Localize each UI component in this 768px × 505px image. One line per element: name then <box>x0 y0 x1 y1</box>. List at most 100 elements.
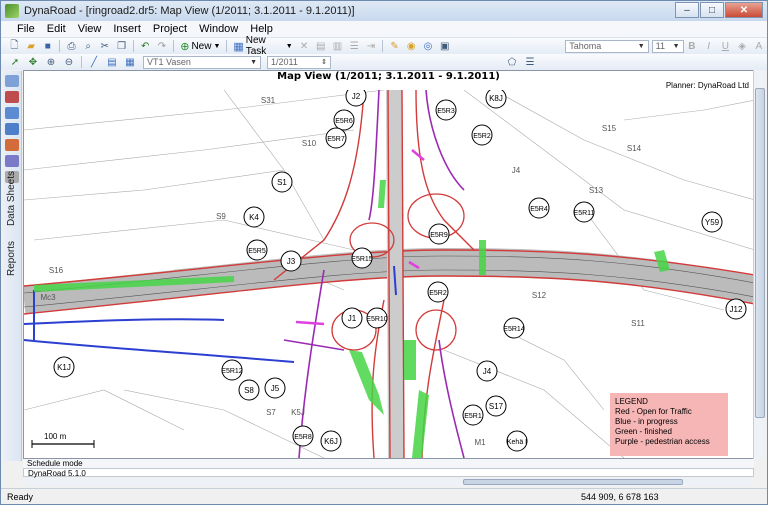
layer-select[interactable]: VT1 Vasen ▼ <box>143 55 261 69</box>
rows-icon[interactable]: ☰ <box>347 39 362 53</box>
underline-icon[interactable]: U <box>718 39 733 53</box>
map-label[interactable]: E5R14 <box>503 317 525 339</box>
align-icon[interactable]: ☰ <box>522 55 538 69</box>
map-label[interactable]: J2 <box>345 90 367 107</box>
pointer-icon[interactable]: ➚ <box>7 55 23 69</box>
map-label[interactable]: E5R6 <box>333 109 355 131</box>
map-label[interactable]: E5R3 <box>435 99 457 121</box>
copy-icon[interactable]: ❐ <box>114 39 129 53</box>
map-label[interactable]: S15 <box>602 124 617 133</box>
zoom-in-icon[interactable]: ⊕ <box>43 55 59 69</box>
list-icon[interactable] <box>5 155 19 167</box>
map-label[interactable]: M1 <box>474 438 486 447</box>
new-button[interactable]: ⊕ New ▼ <box>177 39 223 53</box>
sheet-icon[interactable] <box>5 75 19 87</box>
new-file-icon[interactable]: 🗋 <box>7 39 22 53</box>
map-label[interactable]: E5R11 <box>573 201 595 223</box>
map-label[interactable]: Kehä I <box>506 430 528 452</box>
pan-icon[interactable]: ✥ <box>25 55 41 69</box>
map-label[interactable]: K1J <box>53 356 75 378</box>
menu-edit[interactable]: Edit <box>41 23 72 35</box>
map-label[interactable]: K4 <box>243 206 265 228</box>
map-label[interactable]: S12 <box>532 291 547 300</box>
map-label[interactable]: E5R2 <box>471 124 493 146</box>
menu-help[interactable]: Help <box>244 23 279 35</box>
target-icon[interactable]: ◉ <box>404 39 419 53</box>
table-icon[interactable] <box>5 107 19 119</box>
minimize-button[interactable]: – <box>675 2 699 18</box>
map-label[interactable]: J1 <box>341 307 363 329</box>
map-label[interactable]: S1 <box>271 171 293 193</box>
bold-icon[interactable]: B <box>685 39 700 53</box>
vertical-scroll-thumb[interactable] <box>755 88 765 418</box>
pencil-icon[interactable]: ✎ <box>387 39 402 53</box>
redo-icon[interactable]: ↷ <box>155 39 170 53</box>
print-preview-icon[interactable]: ⌕ <box>81 39 96 53</box>
map-label[interactable]: S10 <box>302 139 317 148</box>
map-label[interactable]: J4 <box>512 166 521 175</box>
font-size-select[interactable]: 11 ▼ <box>651 39 684 53</box>
gauge-icon[interactable]: ◎ <box>421 39 436 53</box>
horizontal-scrollbar[interactable] <box>23 478 754 486</box>
map-label[interactable]: S11 <box>631 319 645 328</box>
map-label[interactable]: S13 <box>589 186 604 195</box>
map-label[interactable]: J5 <box>264 377 286 399</box>
font-name-select[interactable]: Tahoma ▼ <box>565 39 649 53</box>
italic-icon[interactable]: I <box>701 39 716 53</box>
close-button[interactable]: ✕ <box>725 2 763 18</box>
delete-icon[interactable]: ✕ <box>297 39 312 53</box>
map-label[interactable]: E5R2 <box>427 281 449 303</box>
map-label[interactable]: J12 <box>725 298 747 320</box>
calculator-icon[interactable]: ▣ <box>437 39 452 53</box>
zoom-out-icon[interactable]: ⊖ <box>61 55 77 69</box>
map-label[interactable]: S31 <box>261 96 276 105</box>
maximize-button[interactable]: □ <box>700 2 724 18</box>
indent-icon[interactable]: ⇥ <box>364 39 379 53</box>
horizontal-scroll-thumb[interactable] <box>463 479 683 485</box>
map-label[interactable]: E5R10 <box>366 307 388 329</box>
undo-icon[interactable]: ↶ <box>138 39 153 53</box>
map-label[interactable]: Mc3 <box>40 293 56 302</box>
map-label[interactable]: E5R7 <box>325 127 347 149</box>
data-sheets-tab[interactable]: Data Sheets <box>6 171 17 226</box>
map-label[interactable]: S14 <box>627 144 642 153</box>
save-icon[interactable]: ■ <box>40 39 55 53</box>
map-label[interactable]: J3 <box>280 250 302 272</box>
map-label[interactable]: K5J <box>291 408 305 417</box>
draw-line-icon[interactable]: ╱ <box>86 55 102 69</box>
map-view[interactable]: Map View (1/2011; 3.1.2011 - 9.1.2011) P… <box>23 70 754 459</box>
report-icon[interactable] <box>5 139 19 151</box>
menu-project[interactable]: Project <box>147 23 193 35</box>
menu-file[interactable]: File <box>11 23 41 35</box>
map-label[interactable]: S17 <box>485 395 507 417</box>
map-label[interactable]: E5R5 <box>246 239 268 261</box>
new-task-button[interactable]: ▦ New Task ▼ <box>230 35 295 57</box>
print-icon[interactable]: ⎙ <box>64 39 79 53</box>
menu-view[interactable]: View <box>72 23 108 35</box>
font-color-icon[interactable]: A <box>751 39 766 53</box>
menu-insert[interactable]: Insert <box>107 23 147 35</box>
layers-icon[interactable]: ▤ <box>104 55 120 69</box>
menu-window[interactable]: Window <box>193 23 244 35</box>
map-label[interactable]: E5R1 <box>462 404 484 426</box>
map-icon[interactable]: ▦ <box>122 55 138 69</box>
period-select[interactable]: 1/2011 ⇕ <box>267 55 331 69</box>
map-label[interactable]: E5R4 <box>528 197 550 219</box>
map-label[interactable]: Y59 <box>701 211 723 233</box>
open-folder-icon[interactable]: ▰ <box>24 39 39 53</box>
map-label[interactable]: E5R15 <box>351 247 373 269</box>
fill-color-icon[interactable]: ◈ <box>735 39 750 53</box>
map-label[interactable]: E5R8 <box>292 425 314 447</box>
map-label[interactable]: K8J <box>485 90 507 109</box>
reports-tab[interactable]: Reports <box>6 241 17 276</box>
columns-icon[interactable]: ▥ <box>330 39 345 53</box>
map-label[interactable]: J4 <box>476 360 498 382</box>
map-label[interactable]: E5R9 <box>428 223 450 245</box>
grid-icon[interactable]: ▤ <box>313 39 328 53</box>
cut-icon[interactable]: ✂ <box>98 39 113 53</box>
vertical-scrollbar[interactable] <box>753 70 765 459</box>
grid-view-icon[interactable] <box>5 123 19 135</box>
map-label[interactable]: S8 <box>238 379 260 401</box>
map-label[interactable]: S9 <box>216 212 226 221</box>
map-label[interactable]: S16 <box>49 266 64 275</box>
